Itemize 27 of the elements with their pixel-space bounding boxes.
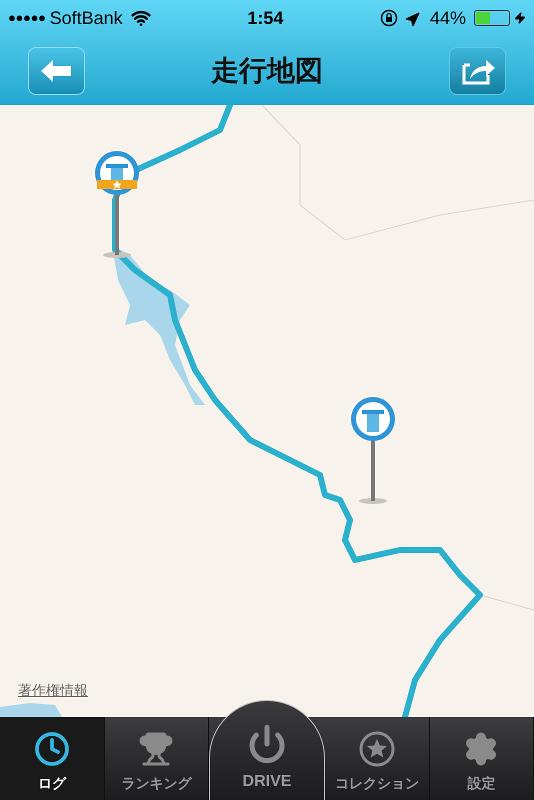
rotation-lock-icon xyxy=(380,9,398,27)
drive-tab[interactable]: DRIVE xyxy=(209,700,325,800)
tab-item[interactable]: 設定 xyxy=(430,717,534,800)
carrier-name: SoftBank xyxy=(50,6,123,30)
tab-label: ランキング xyxy=(121,774,192,793)
back-button[interactable] xyxy=(28,46,85,94)
charging-icon xyxy=(514,10,526,26)
map-pin-icon[interactable] xyxy=(93,149,141,259)
tab-label: DRIVE xyxy=(242,772,292,792)
wifi-icon xyxy=(130,8,151,28)
clock-icon xyxy=(34,731,70,767)
screen-title: 走行地図 xyxy=(211,54,323,88)
trophy-icon xyxy=(138,731,174,767)
tab-item[interactable]: ログ xyxy=(0,717,104,800)
map-pin-icon[interactable] xyxy=(349,395,397,505)
tab-item[interactable]: ランキング xyxy=(104,717,209,800)
battery-percent: 44% xyxy=(430,6,466,30)
signal-strength: ●●●●● xyxy=(8,9,46,28)
tab-label: コレクション xyxy=(334,774,419,793)
copyright-link[interactable]: 著作権情報 xyxy=(18,680,88,701)
tab-item[interactable]: コレクション xyxy=(325,717,430,800)
clock-time: 1:54 xyxy=(247,6,284,30)
power-icon xyxy=(247,724,287,764)
share-button[interactable] xyxy=(449,46,506,94)
tab-label: ログ xyxy=(38,774,66,793)
tab-label: 設定 xyxy=(467,774,496,793)
left-arrow-icon xyxy=(40,58,72,82)
